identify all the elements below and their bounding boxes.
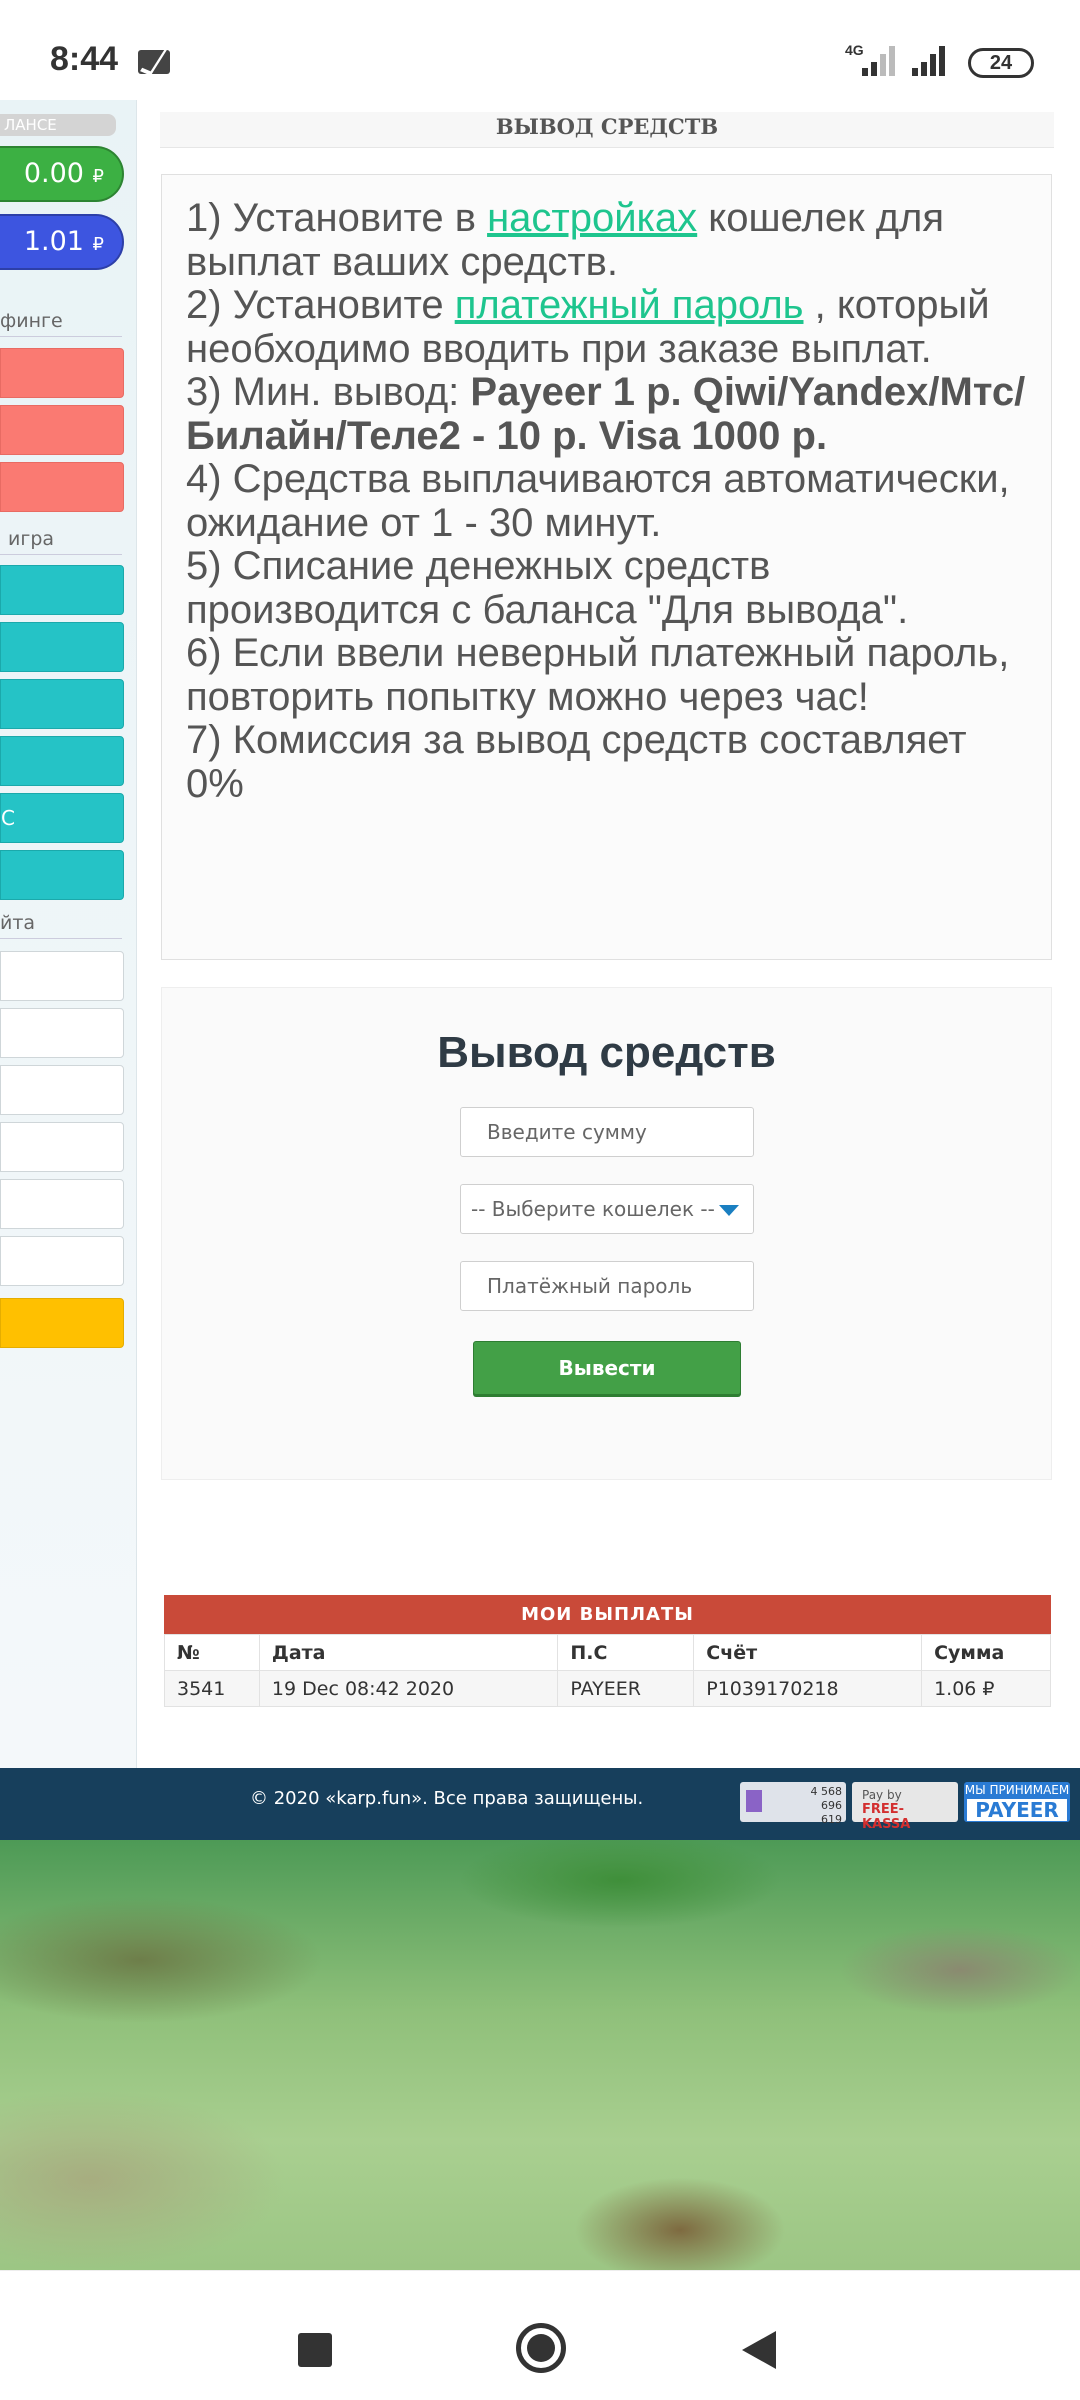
sidebar-item-site-3[interactable] [0,1065,124,1115]
payment-password-input[interactable]: Платёжный пароль [460,1261,754,1311]
sidebar-item-surfing-1[interactable] [0,348,124,398]
payouts-header: МОИ ВЫПЛАТЫ [164,1595,1051,1634]
section-surfing-label: финге [0,310,122,337]
payeer-top: МЫ ПРИНИМАЕМ [964,1783,1070,1797]
withdraw-button[interactable]: Вывести [473,1341,741,1395]
instruction-4: 4) Средства выплачиваются автоматически,… [186,457,1010,545]
network-type-label: 4G [845,42,864,58]
payment-password-link[interactable]: платежный пароль [455,283,804,327]
signal-1-icon [862,46,895,76]
chevron-down-icon [719,1205,739,1216]
sidebar-item-game-5-label: С [1,806,15,830]
sidebar-item-site-4[interactable] [0,1122,124,1172]
form-title: Вывод средств [437,1028,776,1077]
counter-line: 696 [821,1799,842,1812]
balance-withdraw-value: 0.00 [23,158,84,189]
withdraw-form: Вывод средств Введите сумму -- Выберите … [161,987,1052,1480]
instruction-2-text: 2) Установите [186,283,455,327]
sidebar-item-game-4[interactable] [0,736,124,786]
sidebar-item-site-6[interactable] [0,1236,124,1286]
instruction-1-text: 1) Установите в [186,196,488,240]
counter-line: 4 568 [810,1785,843,1798]
column-header: П.С [557,1634,695,1671]
status-time: 8:44 [50,40,119,78]
payout-amount: 1.06 ₽ [921,1670,1051,1707]
table-row: 3541 19 Dec 08:42 2020 PAYEER P103917021… [164,1670,1051,1707]
instruction-3-text: 3) Мин. вывод: [186,370,471,414]
payouts-table-header-row: № Дата П.С Счёт Сумма [164,1634,1051,1671]
ruble-icon: ₽ [92,166,104,187]
sidebar: ЛАНСЕ 0.00 ₽ 1.01 ₽ финге игра С йта [0,100,137,1768]
underwater-background-image [0,1840,1080,2270]
instruction-6: 6) Если ввели неверный платежный пароль,… [186,631,1010,719]
gmail-notification-icon [138,50,170,74]
copyright-text: © 2020 «karp.fun». Все права защищены. [250,1788,644,1809]
payout-system: PAYEER [557,1670,695,1707]
balance-purchase-pill[interactable]: 1.01 ₽ [0,214,124,270]
sidebar-item-site-1[interactable] [0,951,124,1001]
sidebar-item-site-2[interactable] [0,1008,124,1058]
sidebar-item-game-1[interactable] [0,565,124,615]
freekassa-top: Pay by [862,1788,902,1802]
back-icon[interactable] [742,2331,776,2369]
payeer-brand: PAYEER [967,1799,1067,1821]
system-navigation-bar [0,2270,1080,2400]
instruction-7: 7) Комиссия за вывод средств составляет … [186,718,967,806]
sidebar-item-site-5[interactable] [0,1179,124,1229]
instruction-5: 5) Списание денежных средств производитс… [186,544,909,632]
column-header: Счёт [693,1634,923,1671]
column-header: № [164,1634,260,1671]
ruble-icon: ₽ [92,234,104,255]
payout-date: 19 Dec 08:42 2020 [258,1670,559,1707]
status-bar: 8:44 4G 24 [0,0,1080,100]
sidebar-item-logout[interactable] [0,1298,124,1348]
balance-withdraw-pill[interactable]: 0.00 ₽ [0,146,124,202]
payeer-badge[interactable]: МЫ ПРИНИМАЕМ PAYEER [964,1782,1070,1822]
amount-input[interactable]: Введите сумму [460,1107,754,1157]
counter-line: 619 [821,1813,842,1826]
sidebar-item-surfing-3[interactable] [0,462,124,512]
instruction-2: 2) Установите платежный пароль , который… [186,283,1027,371]
home-icon[interactable] [516,2323,566,2373]
sidebar-item-surfing-2[interactable] [0,405,124,455]
column-header: Сумма [921,1634,1051,1671]
sidebar-item-game-5[interactable]: С [0,793,124,843]
recents-icon[interactable] [298,2333,332,2367]
instruction-1: 1) Установите в настройках кошелек для в… [186,196,1027,284]
balance-purchase-value: 1.01 [23,226,84,257]
page-title: ВЫВОД СРЕДСТВ [160,112,1054,148]
signal-2-icon [912,46,945,76]
wallet-select-value: -- Выберите кошелек -- [471,1197,715,1221]
sidebar-item-game-6[interactable] [0,850,124,900]
payouts-table: № Дата П.С Счёт Сумма 3541 19 Dec 08:42 … [164,1634,1051,1707]
section-site-label: йта [0,912,122,939]
settings-link[interactable]: настройках [487,196,697,240]
section-game-label: игра [0,528,122,555]
wallet-select[interactable]: -- Выберите кошелек -- [460,1184,754,1234]
visitor-counter-badge[interactable]: 4 568 696 619 [740,1782,846,1826]
battery-icon: 24 [968,48,1034,78]
balance-label: ЛАНСЕ [0,114,116,136]
payout-account: P1039170218 [693,1670,923,1707]
withdraw-instructions: 1) Установите в настройках кошелек для в… [161,174,1052,960]
sidebar-item-game-2[interactable] [0,622,124,672]
column-header: Дата [258,1634,559,1671]
sidebar-item-game-3[interactable] [0,679,124,729]
freekassa-badge[interactable]: Pay by FREE-KASSA [852,1782,958,1832]
footer: © 2020 «karp.fun». Все права защищены. 4… [0,1768,1080,1840]
payout-id: 3541 [164,1670,260,1707]
instruction-3: 3) Мин. вывод: Payeer 1 р. Qiwi/Yandex/М… [186,370,1027,458]
freekassa-brand: FREE-KASSA [862,1802,911,1832]
